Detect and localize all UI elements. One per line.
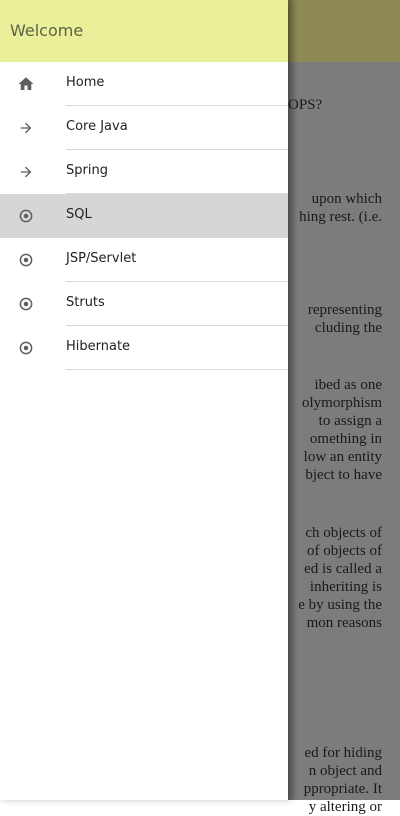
arrow-right-icon bbox=[16, 162, 36, 182]
content-line: ed is called a bbox=[304, 561, 382, 577]
content-line: mon reasons bbox=[306, 615, 382, 631]
content-line: inheriting is bbox=[309, 579, 382, 595]
menu-item-label: Spring bbox=[66, 163, 108, 178]
content-line: to assign a bbox=[318, 413, 382, 429]
drawer-header: Welcome bbox=[0, 0, 288, 62]
menu-item-spring[interactable]: Spring bbox=[0, 150, 288, 194]
menu-item-label: Hibernate bbox=[66, 339, 131, 354]
content-line: low an entity bbox=[303, 449, 382, 465]
radio-icon bbox=[16, 294, 36, 314]
content-line: ed for hiding bbox=[304, 745, 382, 761]
content-line: of objects of bbox=[307, 543, 382, 559]
menu-item-jsp-servlet[interactable]: JSP/Servlet bbox=[0, 238, 288, 282]
content-line: ppropriate. It bbox=[303, 781, 382, 797]
menu-item-core-java[interactable]: Core Java bbox=[0, 106, 288, 150]
drawer-menu: Home Core Java Spring SQL JSP/Servlet St… bbox=[0, 62, 288, 370]
navigation-drawer: Welcome Home Core Java Spring SQL JSP/Se… bbox=[0, 0, 288, 800]
arrow-right-icon bbox=[16, 118, 36, 138]
menu-item-label: JSP/Servlet bbox=[66, 251, 137, 266]
menu-item-sql[interactable]: SQL bbox=[0, 194, 288, 238]
drawer-title: Welcome bbox=[10, 21, 84, 40]
content-line: olymorphism bbox=[301, 395, 382, 411]
content-line: upon which bbox=[311, 191, 382, 207]
menu-item-label: Core Java bbox=[66, 119, 128, 134]
radio-icon bbox=[16, 338, 36, 358]
radio-icon bbox=[16, 250, 36, 270]
content-line: ibed as one bbox=[314, 377, 382, 393]
menu-item-label: Home bbox=[66, 75, 105, 90]
radio-icon bbox=[16, 206, 36, 226]
drawer-shadow bbox=[288, 0, 298, 800]
home-icon bbox=[16, 74, 36, 94]
menu-item-struts[interactable]: Struts bbox=[0, 282, 288, 326]
content-line: ch objects of bbox=[305, 525, 382, 541]
menu-item-label: Struts bbox=[66, 295, 105, 310]
content-line: e by using the bbox=[298, 597, 382, 613]
content-line: n object and bbox=[308, 763, 382, 779]
content-line: representing bbox=[307, 302, 382, 318]
content-line: hing rest. (i.e. bbox=[299, 209, 382, 225]
divider bbox=[66, 369, 288, 370]
menu-item-label: SQL bbox=[66, 207, 92, 222]
menu-item-home[interactable]: Home bbox=[0, 62, 288, 106]
menu-item-hibernate[interactable]: Hibernate bbox=[0, 326, 288, 370]
content-line: omething in bbox=[309, 431, 382, 447]
content-line: bject to have bbox=[305, 467, 382, 483]
content-line: cluding the bbox=[314, 320, 382, 336]
content-line: y altering or bbox=[308, 799, 382, 815]
